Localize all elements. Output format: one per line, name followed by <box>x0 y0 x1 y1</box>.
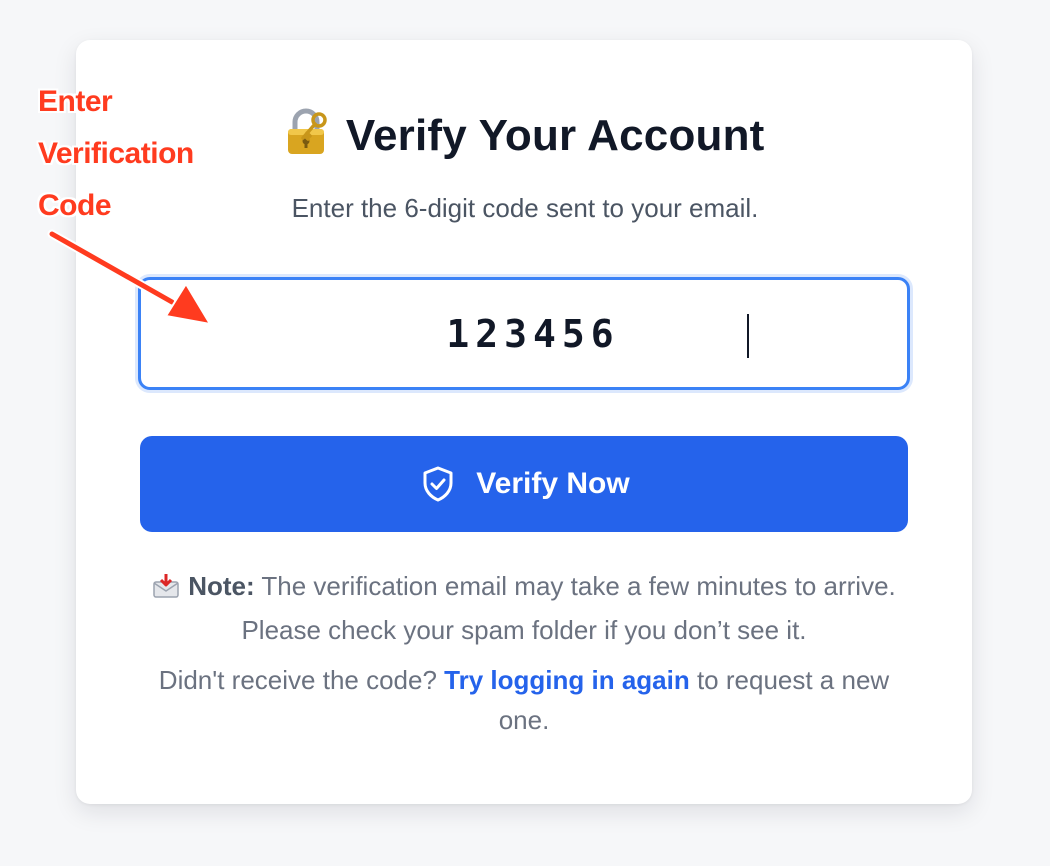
page-title: Verify Your Account <box>345 110 765 160</box>
locked-with-key-icon <box>281 108 331 163</box>
annotation-line-3: Code <box>38 189 112 222</box>
resend-prefix: Didn't receive the code? <box>158 665 445 695</box>
try-logging-in-again-link[interactable]: Try logging in again <box>444 665 690 695</box>
note-label: Note: <box>188 571 255 601</box>
shield-check-icon <box>418 464 458 504</box>
page: Verify Your Account Enter the 6-digit co… <box>0 0 1050 866</box>
resend-text: Didn't receive the code? Try logging in … <box>140 660 908 740</box>
verify-now-label: Verify Now <box>476 467 630 500</box>
verify-now-button[interactable]: Verify Now <box>140 436 908 532</box>
note-body: The verification email may take a few mi… <box>241 571 896 645</box>
note-text: Note: The verification email may take a … <box>140 566 908 650</box>
annotation-label: Enter Verification Code <box>38 76 238 232</box>
verification-code-input[interactable] <box>141 280 907 387</box>
code-input-container <box>138 277 910 390</box>
envelope-arrow-icon <box>152 570 180 610</box>
annotation-line-2: Verification <box>38 137 194 170</box>
text-caret <box>747 314 749 358</box>
annotation-line-1: Enter <box>38 85 113 118</box>
